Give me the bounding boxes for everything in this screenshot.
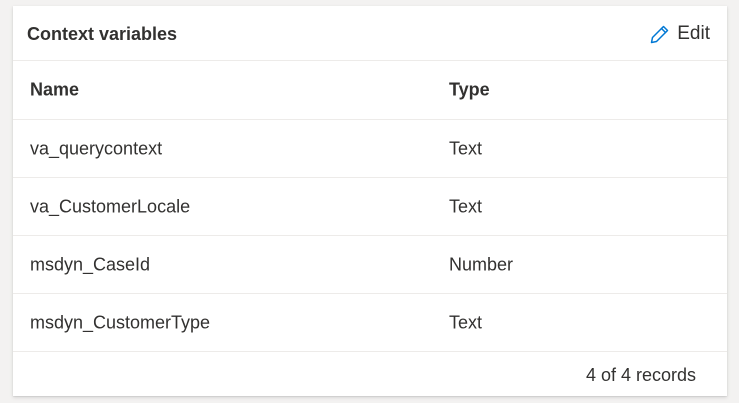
variable-type: Text bbox=[449, 196, 483, 216]
table-row[interactable]: msdyn_CustomerType Text bbox=[13, 294, 727, 352]
table-row[interactable]: va_querycontext Text bbox=[13, 120, 727, 178]
card-title: Context variables bbox=[27, 24, 178, 44]
record-count: 4 of 4 records bbox=[585, 365, 696, 385]
variable-type: Text bbox=[449, 312, 483, 332]
pencil-icon bbox=[648, 22, 672, 46]
variable-type: Number bbox=[449, 254, 514, 274]
context-variables-card: Context variables Edit Name Type va_quer… bbox=[13, 6, 727, 396]
table-header-row: Name Type bbox=[13, 61, 727, 120]
variable-name: va_CustomerLocale bbox=[30, 196, 191, 216]
column-header-name[interactable]: Name bbox=[30, 80, 79, 101]
variable-name: msdyn_CustomerType bbox=[30, 312, 211, 332]
variables-table: Name Type va_querycontext Text va_Custom… bbox=[13, 61, 727, 352]
variable-name: msdyn_CaseId bbox=[30, 254, 151, 274]
edit-button-label: Edit bbox=[677, 23, 710, 44]
card-header: Context variables Edit bbox=[13, 6, 727, 61]
edit-button[interactable]: Edit bbox=[648, 21, 710, 47]
table-row[interactable]: va_CustomerLocale Text bbox=[13, 178, 727, 236]
variable-type: Text bbox=[449, 138, 483, 158]
table-footer: 4 of 4 records bbox=[13, 351, 727, 396]
variable-name: va_querycontext bbox=[30, 138, 163, 158]
column-header-type[interactable]: Type bbox=[449, 80, 490, 101]
table-row[interactable]: msdyn_CaseId Number bbox=[13, 236, 727, 294]
